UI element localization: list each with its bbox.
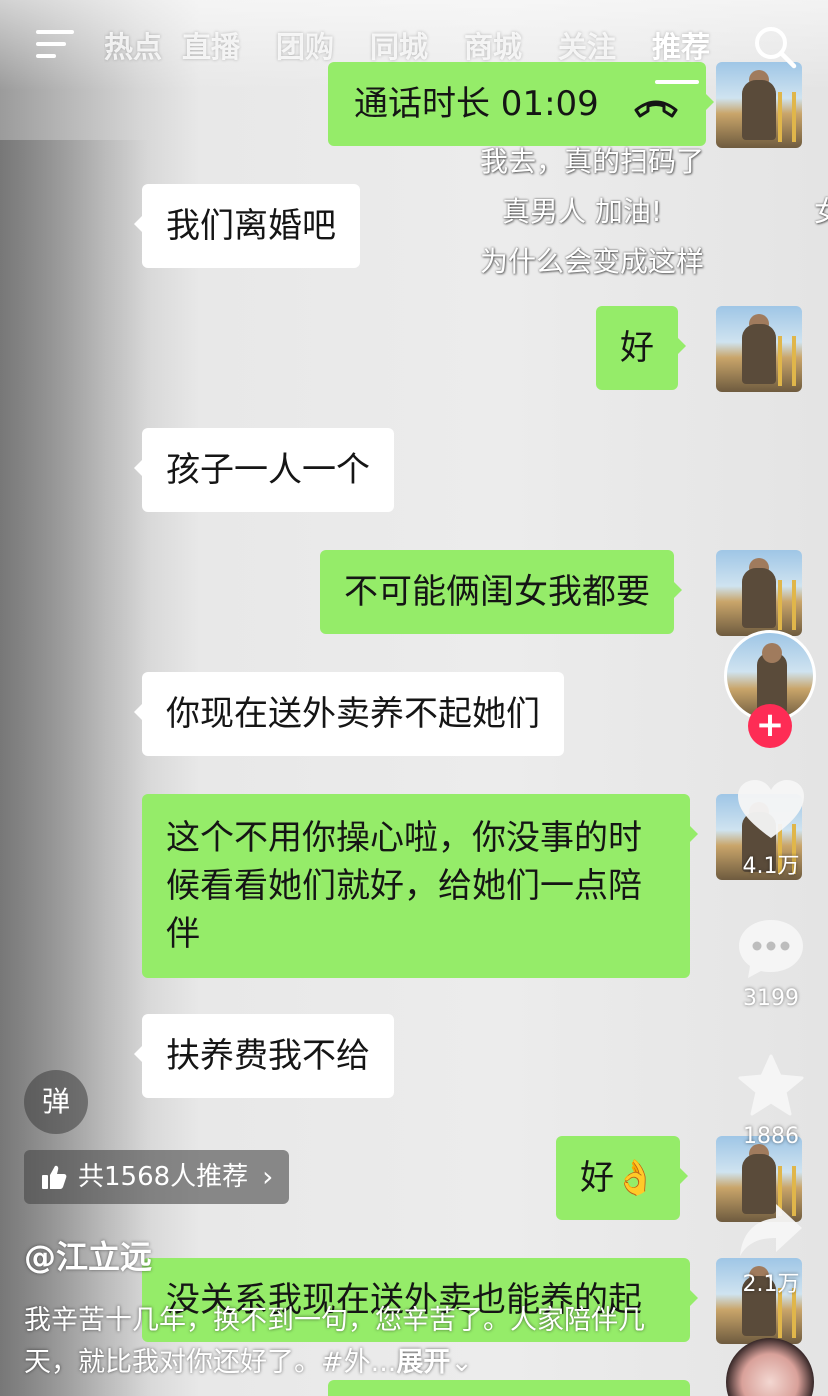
chevron-down-icon: ⌄ — [450, 1347, 473, 1378]
recommend-count: 共1568人推荐 — [78, 1162, 249, 1192]
call-duration-label: 通话时长 01:09 — [354, 84, 599, 124]
share-count: 2.1万 — [742, 1272, 800, 1297]
message-text: 扶养费我不给 — [166, 1036, 370, 1076]
message-bubble-out: 好 — [596, 306, 686, 390]
star-icon[interactable] — [736, 1054, 806, 1118]
favorite-count: 1886 — [743, 1124, 799, 1149]
danmaku-toggle-button[interactable]: 弹 — [24, 1070, 88, 1134]
menu-icon[interactable] — [36, 28, 76, 60]
author-name[interactable]: @江立远 — [24, 1232, 152, 1278]
music-disc[interactable] — [726, 1338, 814, 1396]
like-action[interactable]: 4.1万 — [726, 778, 816, 880]
danmaku-comment: 女 — [814, 190, 828, 230]
comment-count: 3199 — [743, 986, 799, 1011]
feed-tabs: 热点 直播 团购 同城 商城 关注 推荐 — [104, 24, 728, 66]
message-bubble-in: 我们离婚吧 — [134, 184, 360, 268]
message-bubble-out: 好👌 — [556, 1136, 689, 1220]
active-tab-indicator — [655, 80, 699, 84]
tab-mall[interactable]: 商城 — [446, 24, 540, 66]
follow-button[interactable]: + — [748, 704, 792, 748]
message-bubble-in: 扶养费我不给 — [134, 1014, 394, 1098]
message-text: 我们离婚吧 — [166, 206, 336, 246]
caption-text: 我辛苦十几年，换不到一句，您辛苦了。人家陪伴几天，就比我对你还好了。#外... — [24, 1305, 645, 1378]
comment-icon[interactable] — [736, 916, 806, 980]
danmaku-comment: 为什么会变成这样 — [480, 245, 705, 278]
danmaku-comment: 真男人 加油! — [502, 195, 663, 228]
share-action[interactable]: 2.1万 — [726, 1200, 816, 1298]
message-text: 这个不用你操心啦，你没事的时候看看她们就好，给她们一点陪伴 — [166, 818, 642, 954]
sender-avatar — [716, 550, 802, 636]
message-text: 好 — [620, 328, 654, 368]
danmaku-comment: 我去，真的扫码了 — [480, 145, 705, 178]
tab-live[interactable]: 直播 — [164, 24, 258, 66]
tab-local[interactable]: 同城 — [352, 24, 446, 66]
message-bubble-out: 这个不用你操心啦，你没事的时候看看她们就好，给她们一点陪伴 — [142, 794, 698, 978]
message-text: 孩子一人一个 — [166, 450, 370, 490]
hangup-phone-icon — [634, 100, 678, 117]
search-icon[interactable] — [752, 24, 798, 70]
like-count: 4.1万 — [742, 854, 800, 879]
tab-hot[interactable]: 热点 — [104, 24, 164, 66]
message-text: 好👌 — [580, 1158, 657, 1198]
share-icon[interactable] — [736, 1200, 806, 1260]
thumbs-up-icon — [42, 1165, 67, 1189]
recommend-pill[interactable]: 共1568人推荐 › — [24, 1150, 290, 1204]
sender-avatar — [716, 306, 802, 392]
top-navigation: 热点 直播 团购 同城 商城 关注 推荐 — [0, 18, 828, 84]
tab-groupbuy[interactable]: 团购 — [258, 24, 352, 66]
message-bubble-in: 孩子一人一个 — [134, 428, 394, 512]
favorite-action[interactable]: 1886 — [726, 1054, 816, 1149]
chevron-right-icon: › — [262, 1160, 274, 1193]
tab-following[interactable]: 关注 — [540, 24, 634, 66]
shadow-overlay — [0, 140, 150, 1396]
comment-action[interactable]: 3199 — [726, 916, 816, 1011]
heart-icon[interactable] — [736, 778, 806, 842]
expand-link[interactable]: 展开 — [396, 1347, 450, 1378]
message-text: 你现在送外卖养不起她们 — [166, 694, 540, 734]
video-caption[interactable]: 我辛苦十几年，换不到一句，您辛苦了。人家陪伴几天，就比我对你还好了。#外...展… — [24, 1300, 654, 1384]
tab-recommended[interactable]: 推荐 — [634, 24, 728, 66]
message-bubble-out: 不可能俩闺女我都要 — [320, 550, 682, 634]
message-bubble-in: 你现在送外卖养不起她们 — [134, 672, 564, 756]
video-frame[interactable]: 通话时长 01:09 我们离婚吧 好 孩子一人一个 不可能俩闺女我都要 你现在送… — [0, 0, 828, 1396]
message-text: 不可能俩闺女我都要 — [344, 572, 650, 612]
